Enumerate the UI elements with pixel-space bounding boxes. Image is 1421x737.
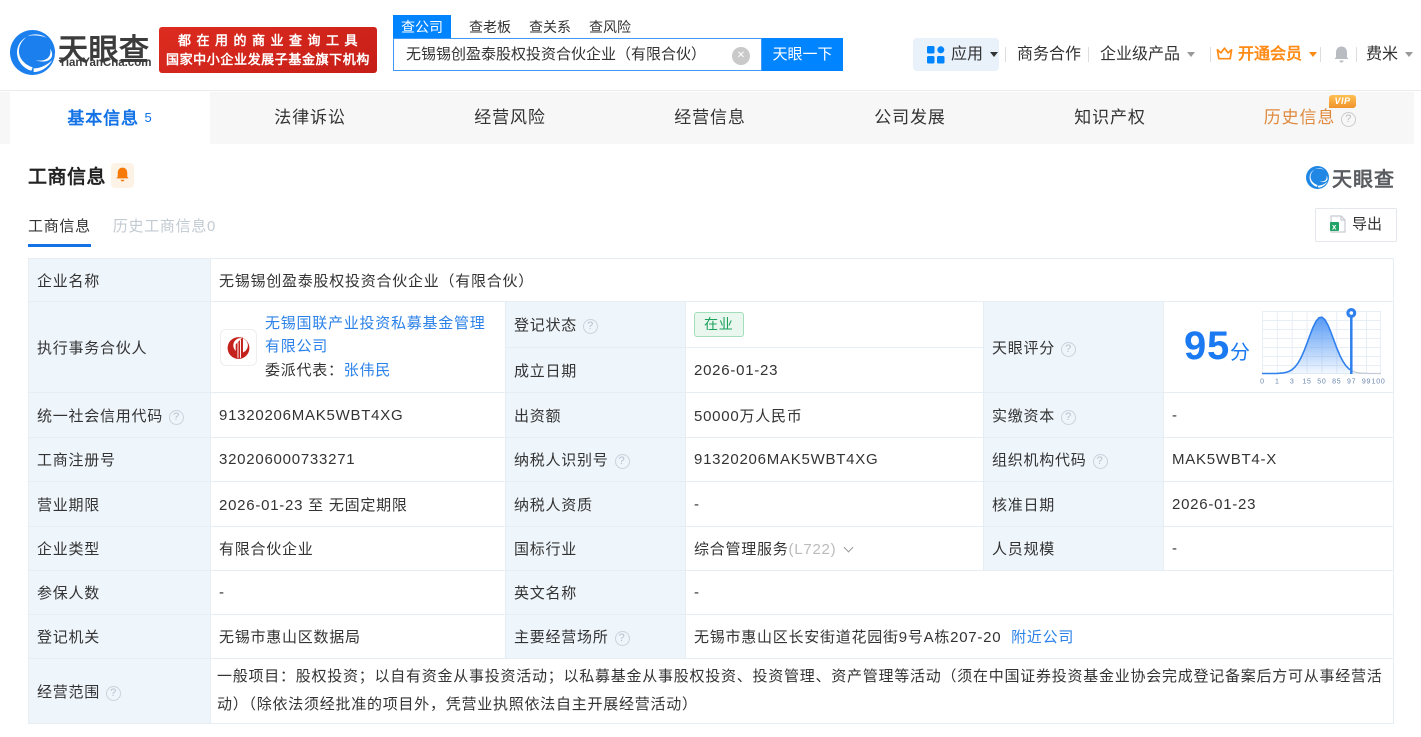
- svg-text:97: 97: [1347, 379, 1356, 386]
- svg-text:0: 0: [1260, 379, 1265, 386]
- svg-text:50: 50: [1317, 379, 1326, 386]
- svg-text:99: 99: [1362, 379, 1371, 386]
- svg-text:85: 85: [1332, 379, 1341, 386]
- svg-text:x: x: [1332, 223, 1337, 232]
- svg-text:1: 1: [1275, 379, 1280, 386]
- svg-text:3: 3: [1290, 379, 1295, 386]
- svg-text:15: 15: [1302, 379, 1311, 386]
- svg-text:100: 100: [1372, 379, 1386, 386]
